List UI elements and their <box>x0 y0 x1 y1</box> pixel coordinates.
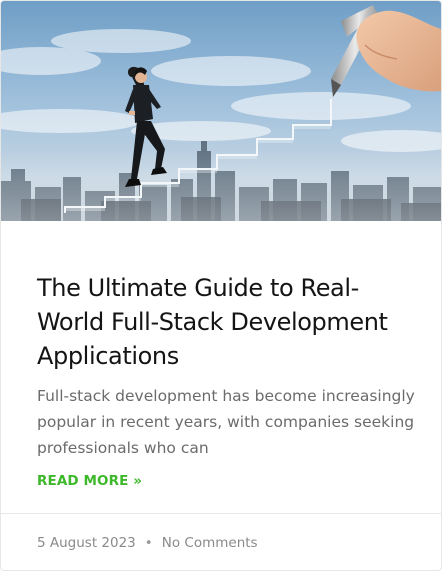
featured-image[interactable] <box>1 1 441 221</box>
post-excerpt: Full-stack development has become increa… <box>37 387 415 457</box>
comments-link[interactable]: No Comments <box>162 535 258 551</box>
meta-separator: • <box>144 535 153 551</box>
card-divider <box>1 513 441 514</box>
read-more-link[interactable]: READ MORE » <box>37 470 142 492</box>
post-title[interactable]: The Ultimate Guide to Real-World Full-St… <box>37 271 417 373</box>
blog-post-card: The Ultimate Guide to Real-World Full-St… <box>0 0 442 571</box>
post-meta: 5 August 2023 • No Comments <box>37 532 258 554</box>
post-date: 5 August 2023 <box>37 535 136 551</box>
